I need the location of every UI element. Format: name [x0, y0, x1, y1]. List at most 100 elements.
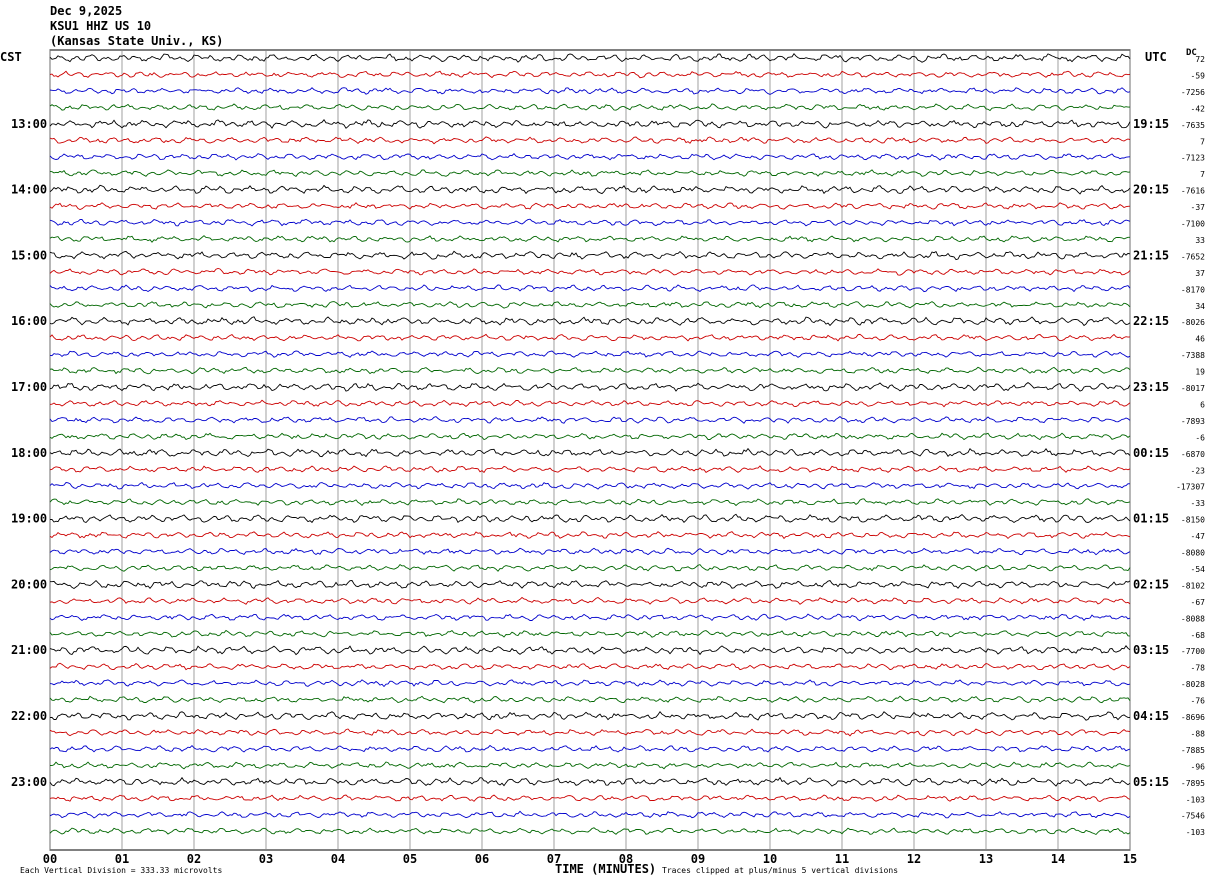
dc-offset-label: -7895: [1181, 779, 1205, 788]
trace-line: [49, 482, 1131, 490]
dc-offset-label: -7652: [1181, 252, 1205, 261]
trace-line: [49, 103, 1130, 112]
cst-hour-label: 13:00: [11, 117, 47, 131]
dc-offset-label: -54: [1191, 565, 1206, 574]
x-tick-label: 02: [187, 852, 201, 866]
cst-hour-label: 19:00: [11, 512, 47, 526]
dc-offset-label: 34: [1195, 302, 1205, 311]
x-tick-label: 13: [979, 852, 993, 866]
cst-hour-label: 20:00: [11, 577, 47, 591]
dc-offset-label: -8017: [1181, 384, 1205, 393]
dc-offset-label: -33: [1191, 499, 1206, 508]
trace-line: [49, 184, 1131, 195]
trace-line: [49, 728, 1131, 737]
trace-line: [49, 366, 1131, 375]
scale-note: Each Vertical Division = 333.33 microvol…: [20, 866, 223, 875]
dc-offset-label: -7123: [1181, 154, 1205, 163]
trace-line: [49, 119, 1131, 129]
x-tick-label: 03: [259, 852, 273, 866]
utc-hour-label: 02:15: [1133, 577, 1169, 591]
trace-line: [49, 202, 1131, 210]
dc-offset-label: -7256: [1181, 88, 1205, 97]
x-tick-label: 14: [1051, 852, 1065, 866]
dc-offset-label: -6: [1195, 433, 1205, 442]
trace-line: [49, 662, 1131, 671]
trace-line: [49, 613, 1131, 622]
utc-hour-label: 19:15: [1133, 117, 1169, 131]
dc-offset-label: 72: [1195, 55, 1205, 64]
trace-line: [49, 136, 1131, 145]
dc-offset-label: -37: [1191, 203, 1206, 212]
dc-offset-label: -8150: [1181, 516, 1205, 525]
seismogram-plot: 00 01 02 03 04 05 06 07 08 09 10 11 12 13 14 1572-59-72…: [11, 49, 1206, 866]
x-tick-label: 05: [403, 852, 417, 866]
dc-offset-label: 6: [1200, 400, 1205, 409]
trace-line: [49, 416, 1131, 424]
trace-line: [49, 744, 1131, 753]
cst-hour-label: 16:00: [11, 314, 47, 328]
x-axis-title: TIME (MINUTES): [555, 862, 657, 876]
dc-offset-label: 37: [1195, 269, 1205, 278]
trace-line: [49, 679, 1131, 688]
dc-offset-label: 7: [1200, 170, 1205, 179]
trace-line: [49, 447, 1131, 458]
dc-offset-label: -42: [1191, 104, 1206, 113]
trace-line: [49, 169, 1131, 177]
trace-line: [49, 87, 1131, 95]
dc-offset-label: -7885: [1181, 746, 1205, 755]
dc-offset-label: -8088: [1181, 614, 1205, 623]
dc-offset-label: 19: [1195, 368, 1205, 377]
trace-line: [49, 316, 1131, 327]
trace-line: [49, 695, 1131, 704]
trace-line: [49, 152, 1131, 161]
plot-frame: [49, 49, 1131, 851]
dc-offset-label: -68: [1191, 631, 1206, 640]
trace-line: [49, 564, 1131, 572]
dc-offset-label: -17307: [1176, 483, 1205, 492]
trace-line: [49, 810, 1131, 819]
x-tick-label: 11: [835, 852, 849, 866]
trace-line: [49, 432, 1131, 441]
dc-offset-label: -8696: [1181, 713, 1205, 722]
dc-offset-label: -88: [1191, 729, 1206, 738]
dc-offset-label: -67: [1191, 598, 1206, 607]
dc-offset-label: -59: [1191, 71, 1206, 80]
trace-line: [49, 547, 1131, 556]
dc-offset-label: -47: [1191, 532, 1206, 541]
dc-offset-label: 46: [1195, 335, 1205, 344]
x-tick-label: 15: [1123, 852, 1137, 866]
dc-offset-label: -103: [1186, 828, 1205, 837]
utc-hour-label: 01:15: [1133, 512, 1169, 526]
trace-line: [49, 399, 1131, 408]
x-tick-label: 00: [43, 852, 57, 866]
utc-hour-label: 21:15: [1133, 248, 1169, 262]
trace-line: [49, 268, 1131, 276]
trace-line: [50, 579, 1131, 590]
trace-line: [49, 333, 1131, 342]
dc-offset-label: -8028: [1181, 680, 1205, 689]
utc-hour-label: 05:15: [1133, 775, 1169, 789]
utc-hour-label: 23:15: [1133, 380, 1169, 394]
dc-offset-label: -7100: [1181, 220, 1205, 229]
trace-line: [49, 218, 1131, 227]
clip-note: Traces clipped at plus/minus 5 vertical …: [662, 866, 899, 875]
trace-line: [49, 250, 1131, 261]
dc-offset-label: -96: [1191, 762, 1206, 771]
x-tick-label: 09: [691, 852, 705, 866]
x-tick-label: 04: [331, 852, 345, 866]
trace-line: [49, 498, 1131, 507]
cst-hour-label: 18:00: [11, 446, 47, 460]
dc-offset-label: 7: [1200, 137, 1205, 146]
dc-offset-label: -7893: [1181, 417, 1205, 426]
x-tick-label: 12: [907, 852, 921, 866]
cst-hour-label: 15:00: [11, 248, 47, 262]
trace-line: [49, 776, 1131, 787]
dc-offset-label: -6870: [1181, 450, 1205, 459]
trace-line: [49, 301, 1131, 309]
utc-hour-label: 03:15: [1133, 643, 1169, 657]
dc-offset-label: -76: [1191, 697, 1206, 706]
trace-line: [49, 235, 1130, 243]
cst-hour-label: 17:00: [11, 380, 47, 394]
trace-line: [49, 350, 1131, 358]
utc-hour-label: 00:15: [1133, 446, 1169, 460]
